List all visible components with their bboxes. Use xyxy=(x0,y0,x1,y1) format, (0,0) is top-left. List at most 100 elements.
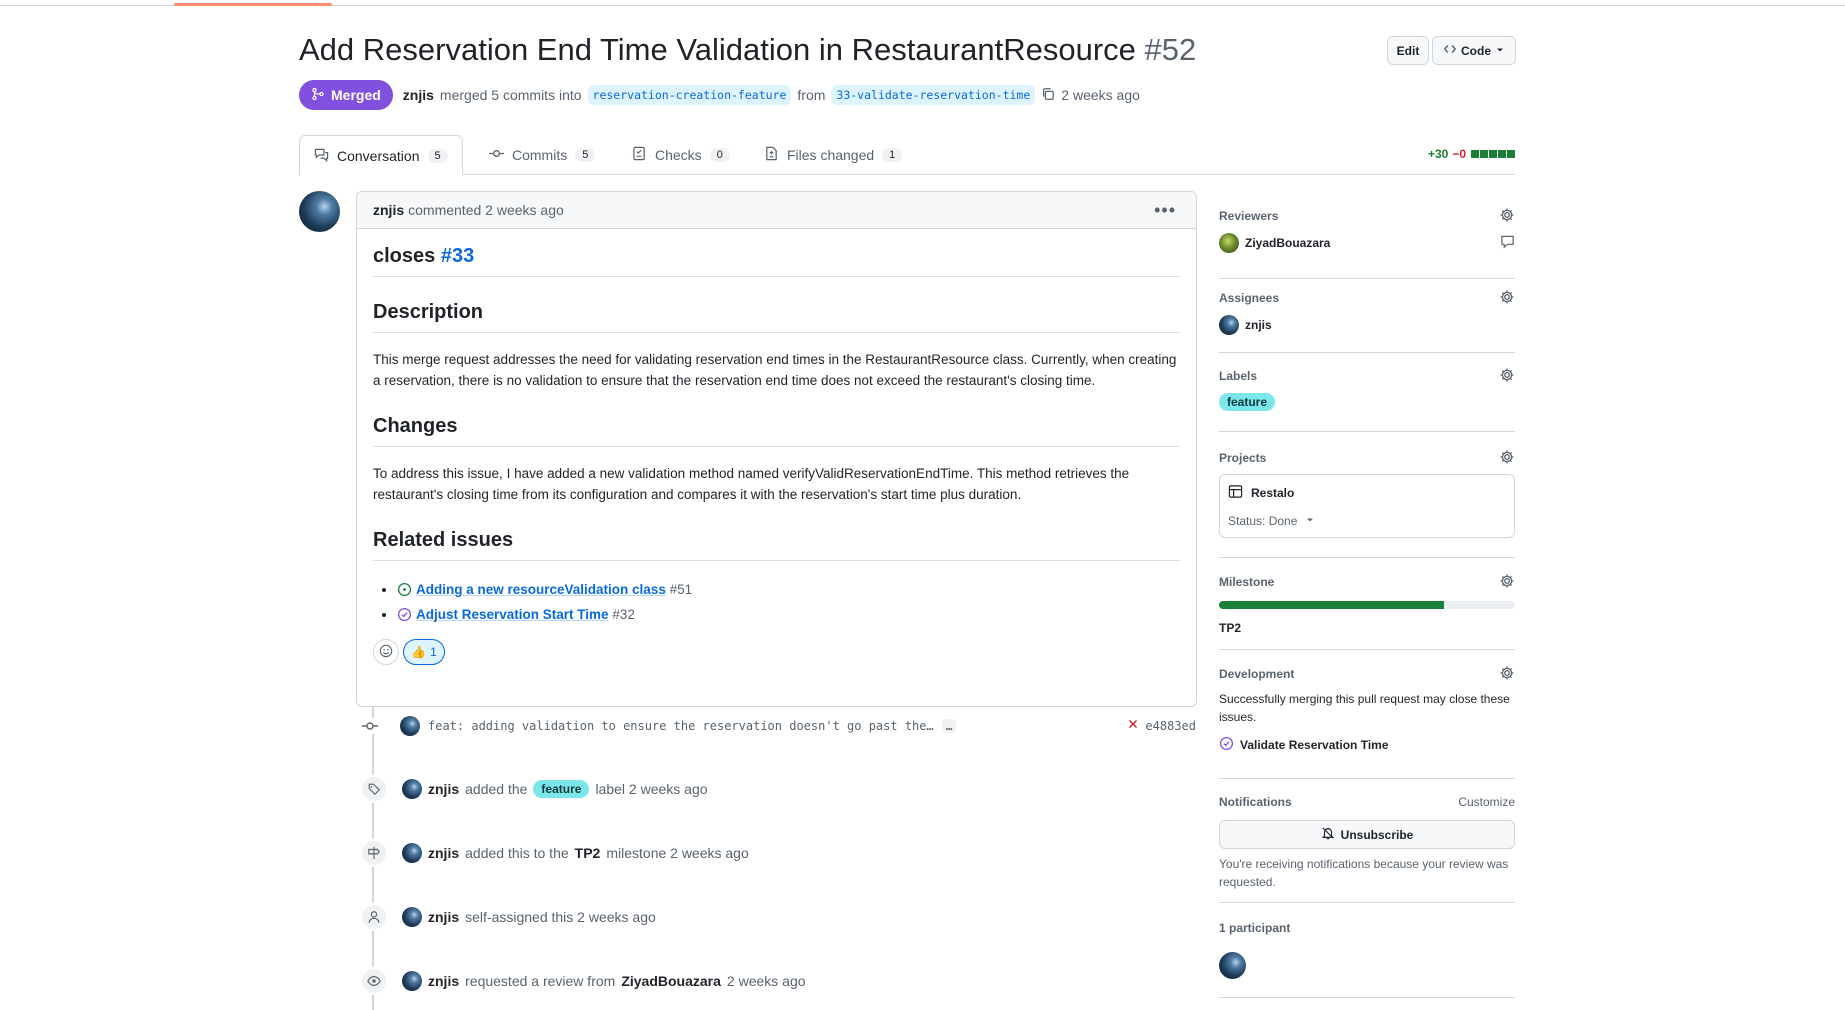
thumbs-up-icon: 👍 xyxy=(411,645,427,659)
commit-sha-group: e4883ed xyxy=(1127,718,1196,733)
gear-icon[interactable] xyxy=(1499,665,1515,684)
tab-checks-count: 0 xyxy=(709,148,730,162)
related-issue-item: Adjust Reservation Start Time #32 xyxy=(397,602,1180,627)
development-heading: Development xyxy=(1219,667,1295,681)
comment-icon[interactable] xyxy=(1500,234,1515,252)
unsubscribe-button[interactable]: Unsubscribe xyxy=(1219,820,1515,849)
sidebar-participants: 1 participant xyxy=(1219,918,1515,998)
description-heading: Description xyxy=(373,301,1180,333)
person-icon xyxy=(360,903,388,931)
copy-icon[interactable] xyxy=(1041,87,1055,104)
tab-files-changed-count: 1 xyxy=(882,148,903,162)
add-reaction-button[interactable] xyxy=(373,639,399,665)
x-icon[interactable] xyxy=(1127,718,1139,733)
event-author-avatar[interactable] xyxy=(402,843,422,863)
feature-label-badge[interactable]: feature xyxy=(533,780,590,798)
page-title: Add Reservation End Time Validation in R… xyxy=(299,32,1196,68)
notifications-heading: Notifications xyxy=(1219,795,1292,809)
milestone-heading: Milestone xyxy=(1219,575,1275,589)
diffstat: +30 −0 xyxy=(1428,147,1515,161)
development-text: Successfully merging this pull request m… xyxy=(1219,692,1510,724)
sidebar-projects: Projects Restalo Status: Done xyxy=(1219,448,1515,558)
smiley-icon xyxy=(379,644,393,661)
timeline-event-milestone: znjis added this to the TP2 milestone 2 … xyxy=(360,839,749,867)
sidebar-notifications: Notifications Customize Unsubscribe You'… xyxy=(1219,792,1515,903)
event-text-after: milestone 2 weeks ago xyxy=(606,845,749,861)
merged-status-badge: Merged xyxy=(299,80,393,110)
gear-icon[interactable] xyxy=(1499,289,1515,308)
kebab-menu-icon[interactable]: ••• xyxy=(1154,200,1176,221)
gear-icon[interactable] xyxy=(1499,207,1515,226)
code-button[interactable]: Code xyxy=(1432,36,1516,65)
bell-slash-icon xyxy=(1321,826,1335,843)
milestone-icon xyxy=(360,839,388,867)
code-button-label: Code xyxy=(1461,43,1491,58)
gear-icon[interactable] xyxy=(1499,449,1515,468)
tab-files-changed[interactable]: Files changed 1 xyxy=(750,135,916,175)
pr-author-link[interactable]: znjis xyxy=(403,87,434,103)
projects-heading: Projects xyxy=(1219,451,1267,465)
project-status: Status: Done xyxy=(1228,514,1298,528)
milestone-progress-bar xyxy=(1219,601,1515,609)
related-issue-link[interactable]: Adding a new resourceValidation class xyxy=(416,582,666,597)
tab-conversation-label: Conversation xyxy=(337,147,420,164)
event-author[interactable]: znjis xyxy=(428,845,459,861)
comment-author[interactable]: znjis xyxy=(373,202,404,218)
closes-issue-link[interactable]: #33 xyxy=(441,245,474,267)
project-name[interactable]: Restalo xyxy=(1251,486,1294,500)
gear-icon[interactable] xyxy=(1499,367,1515,386)
project-status-select[interactable]: Status: Done xyxy=(1228,514,1506,528)
tab-conversation[interactable]: Conversation 5 xyxy=(299,135,463,176)
participant-avatar[interactable] xyxy=(1219,952,1246,979)
thumbs-up-reaction[interactable]: 👍 1 xyxy=(403,639,445,665)
milestone-progress-fill xyxy=(1219,601,1444,609)
gear-icon[interactable] xyxy=(1499,573,1515,592)
diffstat-blocks xyxy=(1470,147,1515,161)
reviewer-link[interactable]: ZiyadBouazara xyxy=(621,973,721,989)
event-author[interactable]: znjis xyxy=(428,909,459,925)
base-branch[interactable]: reservation-creation-feature xyxy=(587,85,792,105)
closes-heading: closes #33 xyxy=(373,229,1180,277)
event-author-avatar[interactable] xyxy=(402,907,422,927)
comment-author-avatar[interactable] xyxy=(299,191,340,232)
event-author-avatar[interactable] xyxy=(402,971,422,991)
merged-status-label: Merged xyxy=(331,87,381,103)
commit-author-avatar[interactable] xyxy=(400,716,420,736)
reviewer-avatar[interactable] xyxy=(1219,233,1239,253)
participants-heading: 1 participant xyxy=(1219,921,1291,935)
sidebar-milestone: Milestone TP2 xyxy=(1219,572,1515,650)
timeline-event-assigned: znjis self-assigned this 2 weeks ago xyxy=(360,903,656,931)
event-author[interactable]: znjis xyxy=(428,973,459,989)
head-branch[interactable]: 33-validate-reservation-time xyxy=(831,85,1036,105)
development-issue-link[interactable]: Validate Reservation Time xyxy=(1240,738,1389,752)
reviewers-heading: Reviewers xyxy=(1219,209,1279,223)
milestone-name[interactable]: TP2 xyxy=(1219,621,1241,635)
merge-icon xyxy=(311,87,325,104)
description-text: This merge request addresses the need fo… xyxy=(373,352,1177,388)
pr-time: 2 weeks ago xyxy=(1061,87,1140,103)
commit-message-link[interactable]: feat: adding validation to ensure the re… xyxy=(428,719,934,733)
tab-checks[interactable]: Checks 0 xyxy=(618,135,744,175)
assignee-name[interactable]: znjis xyxy=(1245,318,1272,332)
event-author-avatar[interactable] xyxy=(402,779,422,799)
chevron-down-icon xyxy=(1305,514,1315,528)
event-author[interactable]: znjis xyxy=(428,781,459,797)
reactions-row: 👍 1 xyxy=(373,639,1180,665)
edit-button[interactable]: Edit xyxy=(1387,36,1429,65)
milestone-link[interactable]: TP2 xyxy=(575,845,601,861)
feature-label[interactable]: feature xyxy=(1219,393,1276,411)
tab-commits[interactable]: Commits 5 xyxy=(475,135,609,175)
comment-header: znjis commented 2 weeks ago ••• xyxy=(357,192,1196,229)
thumbs-up-count: 1 xyxy=(430,645,437,659)
event-text: self-assigned this 2 weeks ago xyxy=(465,909,656,925)
customize-link[interactable]: Customize xyxy=(1458,795,1515,809)
reviewer-name[interactable]: ZiyadBouazara xyxy=(1245,236,1330,250)
eye-icon xyxy=(360,967,388,995)
unsubscribe-label: Unsubscribe xyxy=(1340,827,1414,842)
commit-sha-link[interactable]: e4883ed xyxy=(1145,719,1196,733)
commit-expand-button[interactable]: … xyxy=(941,719,957,733)
related-issue-link[interactable]: Adjust Reservation Start Time xyxy=(416,607,609,622)
assignee-avatar[interactable] xyxy=(1219,315,1239,335)
top-nav-active-indicator xyxy=(174,3,332,6)
comment-discussion-icon xyxy=(314,147,329,165)
